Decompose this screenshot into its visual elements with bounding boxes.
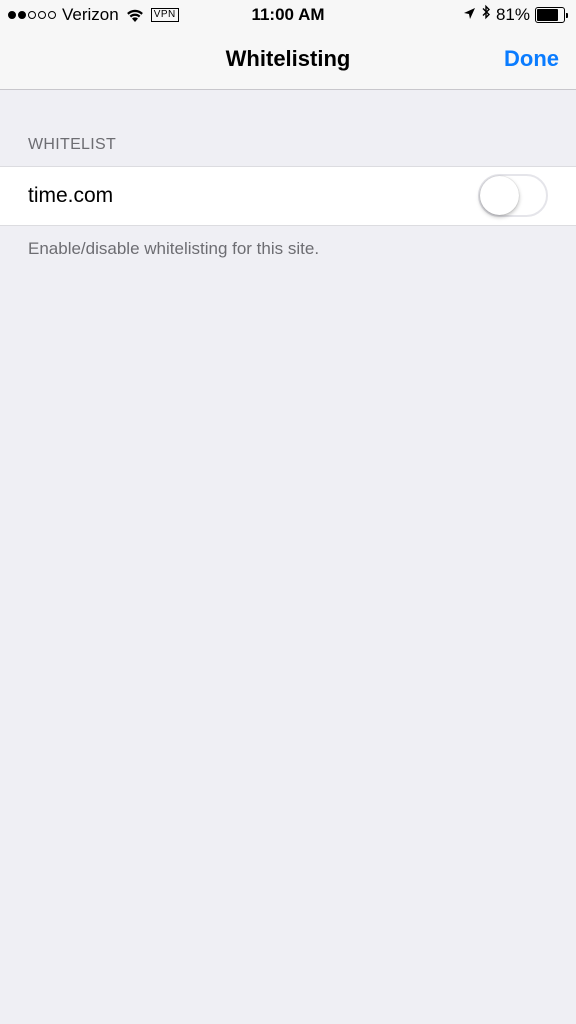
section-header: WHITELIST (28, 136, 117, 153)
done-button[interactable]: Done (504, 45, 559, 73)
battery-percent: 81% (495, 5, 530, 24)
whitelist-toggle[interactable] (478, 174, 548, 217)
toggle-knob (480, 176, 519, 215)
battery-tip (566, 12, 568, 18)
battery-body (535, 7, 565, 23)
site-label: time.com (28, 184, 114, 207)
battery-icon (535, 7, 568, 23)
navigation-bar: Whitelisting Done (0, 30, 576, 90)
bluetooth-icon (481, 4, 491, 26)
status-bar: Verizon VPN 11:00 AM 81% (0, 0, 576, 30)
status-right: 81% (463, 4, 568, 26)
section-footer: Enable/disable whitelisting for this sit… (28, 239, 320, 258)
battery-fill (537, 9, 559, 21)
whitelist-row: time.com (0, 166, 576, 226)
page-title: Whitelisting (225, 46, 351, 71)
location-arrow-icon (463, 5, 476, 25)
